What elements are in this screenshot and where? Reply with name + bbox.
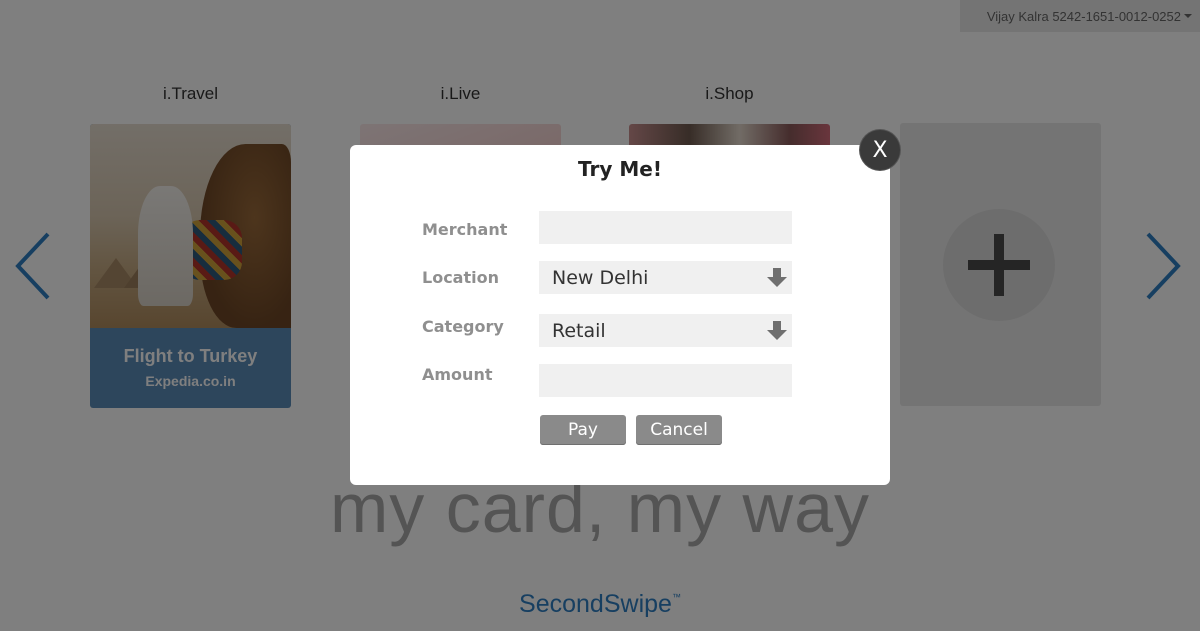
amount-label: Amount: [422, 365, 493, 384]
close-icon: X: [872, 137, 888, 163]
cancel-button[interactable]: Cancel: [636, 415, 722, 445]
category-value: Retail: [552, 319, 606, 342]
arrow-down-icon: [767, 268, 787, 287]
merchant-input[interactable]: [539, 211, 792, 244]
category-label: Category: [422, 317, 504, 336]
merchant-label: Merchant: [422, 220, 508, 239]
dialog-title: Try Me!: [578, 157, 662, 181]
amount-input[interactable]: [539, 364, 792, 397]
location-select[interactable]: New Delhi: [539, 261, 792, 294]
try-me-dialog: Try Me! Merchant Location New Delhi Cate…: [350, 145, 890, 485]
category-select[interactable]: Retail: [539, 314, 792, 347]
arrow-down-icon: [767, 321, 787, 340]
location-label: Location: [422, 268, 499, 287]
close-button[interactable]: X: [860, 130, 900, 170]
location-value: New Delhi: [552, 266, 649, 289]
pay-button[interactable]: Pay: [540, 415, 626, 445]
